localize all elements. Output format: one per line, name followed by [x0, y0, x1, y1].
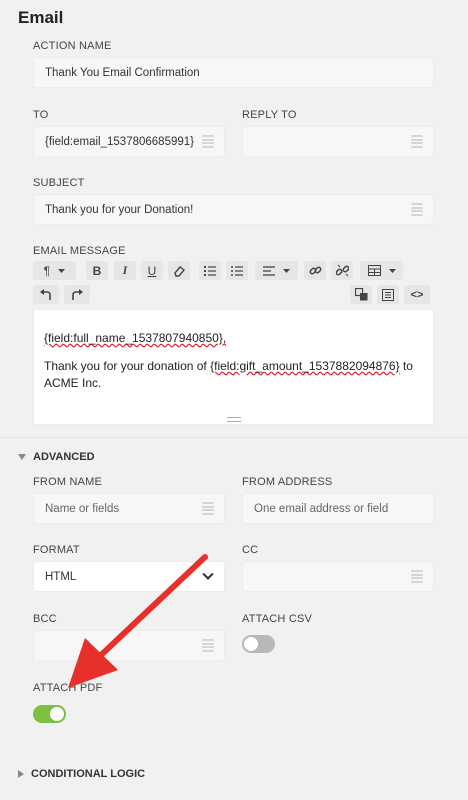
action-name-label: ACTION NAME — [33, 40, 112, 52]
from-address-field[interactable]: One email address or field — [242, 493, 434, 524]
from-name-field[interactable]: Name or fields — [33, 493, 225, 524]
conditional-logic-toggle[interactable]: CONDITIONAL LOGIC — [18, 768, 145, 780]
advanced-label: ADVANCED — [33, 451, 95, 463]
ordered-list-button[interactable] — [199, 261, 221, 280]
link-icon — [309, 266, 321, 275]
cc-field[interactable] — [242, 561, 434, 592]
bullet-list-icon — [231, 266, 243, 276]
reply-to-field[interactable] — [242, 126, 434, 157]
attach-pdf-label: ATTACH PDF — [33, 682, 103, 694]
media-button[interactable] — [377, 285, 399, 304]
action-name-field[interactable]: Thank You Email Confirmation — [33, 57, 434, 88]
bcc-field[interactable] — [33, 630, 225, 661]
undo-button[interactable] — [33, 285, 59, 304]
redo-button[interactable] — [64, 285, 90, 304]
table-icon — [367, 265, 381, 276]
unlink-button[interactable] — [331, 261, 353, 280]
merge-field-icon — [354, 288, 367, 301]
chevron-down-icon — [202, 568, 214, 580]
message-text: Thank you for your donation of — [44, 359, 211, 373]
caret-down-icon — [58, 268, 66, 273]
format-select[interactable]: HTML — [33, 561, 225, 592]
link-button[interactable] — [304, 261, 326, 280]
paragraph-icon: ¶ — [43, 263, 51, 278]
table-button[interactable] — [360, 261, 403, 280]
unordered-list-button[interactable] — [226, 261, 248, 280]
merge-tags-icon[interactable] — [202, 639, 214, 652]
subject-value: Thank you for your Donation! — [45, 203, 194, 216]
advanced-toggle[interactable]: ADVANCED — [18, 451, 95, 463]
from-address-label: FROM ADDRESS — [242, 476, 333, 488]
merge-tags-icon[interactable] — [202, 502, 214, 515]
document-list-icon — [382, 288, 394, 301]
cc-label: CC — [242, 544, 259, 556]
redo-icon — [72, 289, 83, 300]
message-line-1: {field:full_name_1537807940850}, — [44, 330, 423, 347]
conditional-logic-label: CONDITIONAL LOGIC — [31, 768, 146, 780]
merge-tags-icon[interactable] — [202, 135, 214, 148]
insert-field-button[interactable] — [350, 285, 372, 304]
attach-csv-label: ATTACH CSV — [242, 613, 313, 625]
divider — [0, 437, 468, 438]
attach-csv-toggle[interactable] — [242, 635, 275, 653]
toggle-knob — [244, 637, 258, 651]
to-value: {field:email_1537806685991} — [45, 135, 194, 148]
align-button[interactable] — [255, 261, 298, 280]
merge-tags-icon[interactable] — [411, 570, 423, 583]
code-view-button[interactable]: <> — [404, 285, 430, 304]
format-label: FORMAT — [33, 544, 80, 556]
align-left-icon — [263, 265, 275, 276]
caret-right-icon — [18, 770, 24, 778]
full-name-merge-tag: {field:full_name_1537807940850}, — [44, 331, 227, 345]
bcc-label: BCC — [33, 613, 57, 625]
to-label: TO — [33, 109, 49, 121]
merge-tags-icon[interactable] — [411, 135, 423, 148]
action-name-value: Thank You Email Confirmation — [45, 66, 200, 79]
message-editor[interactable]: {field:full_name_1537807940850}, Thank y… — [33, 309, 434, 425]
email-message-label: EMAIL MESSAGE — [33, 245, 126, 257]
from-name-label: FROM NAME — [33, 476, 103, 488]
unlink-icon — [335, 264, 349, 277]
attach-pdf-toggle[interactable] — [33, 705, 66, 723]
gift-amount-merge-tag: {field:gift_amount_1537882094876} — [210, 359, 400, 373]
eraser-icon — [174, 265, 185, 277]
message-line-2: Thank you for your donation of {field:gi… — [44, 358, 423, 392]
underline-button[interactable]: U — [141, 261, 163, 280]
reply-to-label: REPLY TO — [242, 109, 297, 121]
from-name-placeholder: Name or fields — [45, 502, 120, 515]
italic-button[interactable]: I — [114, 261, 136, 280]
resize-handle[interactable] — [226, 417, 241, 422]
to-field[interactable]: {field:email_1537806685991} — [33, 126, 225, 157]
eraser-button[interactable] — [168, 261, 190, 280]
format-value: HTML — [45, 570, 77, 583]
editor-toolbar: ¶ B I U <> — [33, 259, 434, 309]
merge-tags-icon[interactable] — [411, 203, 423, 216]
subject-field[interactable]: Thank you for your Donation! — [33, 194, 434, 225]
subject-label: SUBJECT — [33, 177, 85, 189]
caret-down-icon — [283, 268, 290, 273]
ordered-list-icon — [204, 266, 216, 276]
toggle-knob — [50, 707, 64, 721]
paragraph-style-button[interactable]: ¶ — [33, 261, 76, 280]
from-address-placeholder: One email address or field — [254, 502, 389, 515]
caret-down-icon — [18, 454, 26, 460]
section-title: Email — [18, 8, 64, 27]
bold-button[interactable]: B — [86, 261, 108, 280]
undo-icon — [40, 289, 51, 300]
caret-down-icon — [388, 268, 396, 273]
